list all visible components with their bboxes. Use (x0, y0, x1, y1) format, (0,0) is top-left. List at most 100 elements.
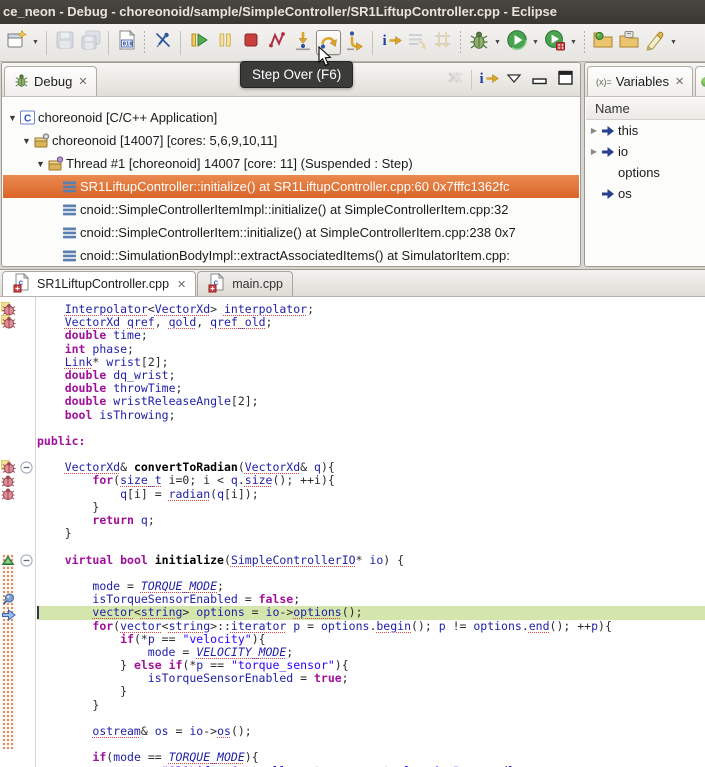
code-line: public: (37, 435, 705, 448)
code-line: bool isThrowing; (37, 409, 705, 422)
arrow-marker-icon[interactable] (1, 606, 16, 628)
stack-tree-row-label: cnoid::SimpleControllerItemImpl::initial… (80, 202, 508, 217)
resume-icon (187, 28, 211, 57)
debug-bug-icon (13, 72, 30, 92)
expander-icon[interactable]: ▶ (588, 147, 600, 156)
coverage-button[interactable] (542, 30, 567, 55)
save-button[interactable] (52, 30, 77, 55)
expander-icon[interactable]: ▼ (20, 136, 33, 146)
editor-tab-close-icon[interactable]: ✕ (177, 278, 186, 291)
mark-occurrences-button[interactable] (642, 30, 667, 55)
tab-breakpoints-partial[interactable] (695, 66, 705, 96)
skip-all-breakpoints-button[interactable] (150, 30, 175, 55)
annotation-ruler[interactable] (0, 297, 17, 767)
bug-note-marker-icon[interactable] (1, 315, 16, 334)
run-button[interactable] (504, 30, 529, 55)
step-return-button[interactable] (342, 30, 367, 55)
tab-debug-label: Debug (34, 74, 72, 89)
variable-row[interactable]: ▶this (586, 120, 705, 141)
open-folder-button[interactable] (616, 30, 641, 55)
step-into-button[interactable] (290, 30, 315, 55)
variable-name: options (618, 165, 660, 180)
show-next-statement-icon (405, 28, 429, 57)
tab-debug-close-icon[interactable]: ✕ (78, 75, 87, 88)
code-line: isTorqueSensorEnabled = true; (37, 672, 705, 685)
variable-name: io (618, 144, 628, 159)
stack-tree-row[interactable]: SR1LiftupController::initialize() at SR1… (3, 175, 579, 198)
variables-name-column-header[interactable]: Name (586, 98, 705, 120)
code-editor[interactable]: Interpolator<VectorXd> interpolator; Vec… (0, 297, 705, 767)
code-line: double time; (37, 329, 705, 342)
code-text[interactable]: Interpolator<VectorXd> interpolator; Vec… (37, 297, 705, 767)
show-next-statement-button[interactable] (404, 30, 429, 55)
instruction-stepping-button[interactable]: i (378, 30, 403, 55)
tab-variables[interactable]: (x)= Variables ✕ (587, 66, 693, 96)
run-dropdown[interactable]: ▼ (530, 30, 541, 55)
stack-tree-row[interactable]: ▼Cchoreonoid [C/C++ Application] (3, 106, 579, 129)
new-wizard-button[interactable] (4, 30, 29, 55)
stack-tree-row[interactable]: ▼choreonoid [14007] [cores: 5,6,9,10,11] (3, 129, 579, 152)
new-wizard-dropdown[interactable]: ▼ (30, 30, 41, 55)
variable-row[interactable]: ▶ io (586, 141, 705, 162)
debug-dropdown[interactable]: ▼ (492, 30, 503, 55)
stack-tree-row[interactable]: ▼ Thread #1 [choreonoid] 14007 [core: 11]… (3, 152, 579, 175)
maximize-button[interactable] (556, 70, 576, 90)
editor-tab-sr1liftupcontroller-cpp[interactable]: cSR1LiftupController.cpp✕ (2, 271, 196, 296)
variables-view: (x)= Variables ✕ Name ▶this▶iooptionsos (584, 62, 705, 267)
step-over-tooltip: Step Over (F6) (240, 61, 353, 88)
cpp-file-icon: c (207, 272, 227, 296)
restart-button[interactable] (264, 30, 289, 55)
frame-icon (61, 178, 80, 196)
fold-collapse-icon[interactable] (20, 461, 33, 479)
stack-tree-row[interactable]: cnoid::SimulationBodyImpl::extractAssoci… (3, 244, 579, 265)
view-menu-icon (503, 67, 525, 94)
variable-row[interactable]: options (586, 162, 705, 183)
binary-editor-button[interactable]: 010 (114, 30, 139, 55)
stack-tree-row[interactable]: cnoid::SimpleControllerItem::initialize(… (3, 221, 579, 244)
triangle-marker-icon[interactable] (1, 553, 15, 571)
code-line: virtual bool initialize(SimpleController… (37, 554, 705, 567)
variable-name: os (618, 186, 632, 201)
save-icon (53, 28, 77, 57)
editor-tab-label: SR1LiftupController.cpp (37, 277, 169, 291)
svg-text:C: C (24, 113, 31, 124)
stack-tree-row[interactable]: cnoid::SimpleControllerItemImpl::initial… (3, 198, 579, 221)
use-step-filters-button[interactable] (430, 30, 455, 55)
terminate-button[interactable] (238, 30, 263, 55)
suspend-button[interactable] (212, 30, 237, 55)
mark-occurrences-dropdown[interactable]: ▼ (668, 30, 679, 55)
stack-tree-row-label: cnoid::SimpleControllerItem::initialize(… (80, 225, 516, 240)
variable-row[interactable]: os (586, 183, 705, 204)
chevron-down-icon: ▼ (570, 39, 577, 46)
fold-collapse-icon[interactable] (20, 554, 33, 572)
step-into-icon (291, 28, 315, 57)
instruction-stepping-button[interactable]: i (478, 70, 498, 90)
expander-icon[interactable]: ▶ (588, 126, 600, 135)
expander-icon[interactable]: ▼ (6, 113, 19, 123)
view-menu-button[interactable] (504, 70, 524, 90)
resume-button[interactable] (186, 30, 211, 55)
toolbar-separator (46, 31, 47, 55)
minimize-button[interactable] (530, 70, 550, 90)
tab-debug[interactable]: Debug ✕ (4, 66, 97, 96)
code-line: ostream& os = io->os(); (37, 725, 705, 738)
code-line: return q; (37, 514, 705, 527)
toolbar-separator (372, 31, 373, 55)
editor-tab-main-cpp[interactable]: cmain.cpp (197, 271, 293, 296)
instruction-stepping-icon: i (476, 66, 500, 95)
folding-ruler[interactable] (17, 297, 36, 767)
debug-button[interactable] (466, 30, 491, 55)
remove-all-terminated-button[interactable] (445, 70, 465, 90)
coverage-dropdown[interactable]: ▼ (568, 30, 579, 55)
open-project-button[interactable] (590, 30, 615, 55)
bug-marker-icon[interactable] (1, 487, 15, 506)
stack-tree-row-label: Thread #1 [choreonoid] 14007 [core: 11] … (66, 156, 413, 171)
stack-tree-row-label: cnoid::SimulationBodyImpl::extractAssoci… (80, 248, 510, 263)
save-all-button[interactable] (78, 30, 103, 55)
variables-view-tabbar: (x)= Variables ✕ (585, 63, 705, 97)
svg-text:i: i (480, 71, 484, 87)
use-step-filters-icon (431, 28, 455, 57)
toolbar-separator (584, 31, 585, 55)
expander-icon[interactable]: ▼ (34, 159, 47, 169)
tab-variables-close-icon[interactable]: ✕ (675, 75, 684, 88)
